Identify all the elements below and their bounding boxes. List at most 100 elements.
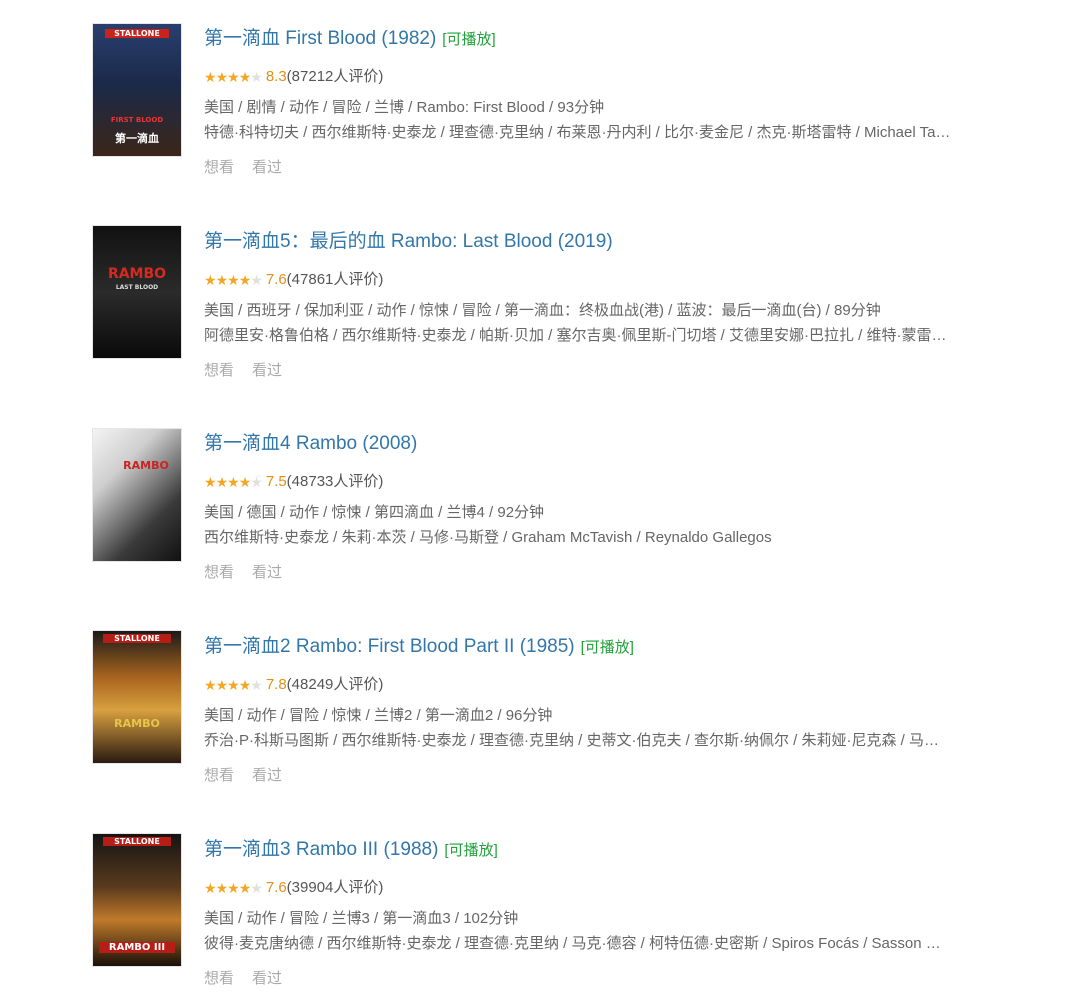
movie-actions: 想看 看过 xyxy=(204,158,300,178)
rating: ★★★★★ 7.6(39904人评价) xyxy=(204,878,383,898)
poster-main-text: RAMBO xyxy=(123,459,169,472)
star-icon: ★ xyxy=(238,474,252,490)
rating-score: 7.6 xyxy=(265,271,287,288)
playable-badge[interactable]: [可播放] xyxy=(581,639,634,656)
watched-button[interactable]: 看过 xyxy=(252,970,282,987)
movie-title-text[interactable]: 第一滴血2 Rambo: First Blood Part II (1985) xyxy=(204,636,575,657)
movie-item: STALLONE RAMBO 第一滴血2 Rambo: First Blood … xyxy=(0,630,1080,805)
star-icon: ★ xyxy=(238,677,252,693)
movie-cast: 乔治·P·科斯马图斯 / 西尔维斯特·史泰龙 / 理查德·克里纳 / 史蒂文·伯… xyxy=(204,732,939,749)
star-empty-icon: ★ xyxy=(250,69,263,85)
poster-top-text: STALLONE xyxy=(105,29,169,38)
movie-title-text[interactable]: 第一滴血5：最后的血 Rambo: Last Blood (2019) xyxy=(204,231,613,252)
poster-top-text: STALLONE xyxy=(103,634,171,643)
watched-button[interactable]: 看过 xyxy=(252,159,282,176)
star-icon: ★ xyxy=(238,880,252,896)
star-icon: ★ xyxy=(238,69,252,85)
movie-item: RAMBO LAST BLOOD 第一滴血5：最后的血 Rambo: Last … xyxy=(0,225,1080,400)
star-rating: ★★★★★ xyxy=(204,270,263,290)
movie-cast: 特德·科特切夫 / 西尔维斯特·史泰龙 / 理查德·克里纳 / 布莱恩·丹内利 … xyxy=(204,124,951,141)
movie-poster[interactable]: RAMBO xyxy=(92,428,182,562)
star-icon: ★ xyxy=(238,272,252,288)
movie-poster[interactable]: STALLONE RAMBO xyxy=(92,630,182,764)
want-to-watch-button[interactable]: 想看 xyxy=(204,159,234,176)
rating-score: 7.8 xyxy=(265,676,287,693)
poster-main-text: RAMBO III xyxy=(99,942,175,953)
movie-list: STALLONE FIRST BLOOD 第一滴血 第一滴血 First Blo… xyxy=(0,0,1080,996)
movie-poster[interactable]: STALLONE FIRST BLOOD 第一滴血 xyxy=(92,23,182,157)
star-empty-icon: ★ xyxy=(250,880,263,896)
star-icon: ★ xyxy=(215,272,229,288)
watched-button[interactable]: 看过 xyxy=(252,564,282,581)
poster-main-text: FIRST BLOOD xyxy=(110,116,164,124)
movie-title[interactable]: 第一滴血5：最后的血 Rambo: Last Blood (2019) xyxy=(204,230,619,255)
star-empty-icon: ★ xyxy=(250,272,263,288)
movie-cast: 西尔维斯特·史泰龙 / 朱莉·本茨 / 马修·马斯登 / Graham McTa… xyxy=(204,529,772,546)
movie-item: STALLONE FIRST BLOOD 第一滴血 第一滴血 First Blo… xyxy=(0,23,1080,197)
star-icon: ★ xyxy=(204,677,217,693)
rating-count: (39904人评价) xyxy=(286,879,384,896)
want-to-watch-button[interactable]: 想看 xyxy=(204,362,234,379)
star-rating: ★★★★★ xyxy=(204,472,263,492)
star-icon: ★ xyxy=(204,272,217,288)
star-icon: ★ xyxy=(215,880,229,896)
star-rating: ★★★★★ xyxy=(204,67,263,87)
playable-badge[interactable]: [可播放] xyxy=(442,31,495,48)
star-icon: ★ xyxy=(204,474,217,490)
movie-poster[interactable]: RAMBO LAST BLOOD xyxy=(92,225,182,359)
watched-button[interactable]: 看过 xyxy=(252,767,282,784)
movie-meta: 美国 / 动作 / 冒险 / 惊悚 / 兰博2 / 第一滴血2 / 96分钟 xyxy=(204,707,553,724)
want-to-watch-button[interactable]: 想看 xyxy=(204,970,234,987)
rating-count: (87212人评价) xyxy=(286,68,384,85)
movie-meta: 美国 / 德国 / 动作 / 惊悚 / 第四滴血 / 兰博4 / 92分钟 xyxy=(204,504,545,521)
star-empty-icon: ★ xyxy=(250,677,263,693)
star-rating: ★★★★★ xyxy=(204,878,263,898)
movie-title-text[interactable]: 第一滴血 First Blood (1982) xyxy=(204,28,436,49)
star-icon: ★ xyxy=(204,69,217,85)
movie-title-text[interactable]: 第一滴血3 Rambo III (1988) xyxy=(204,839,438,860)
star-icon: ★ xyxy=(227,677,240,693)
rating-count: (48733人评价) xyxy=(286,473,384,490)
rating: ★★★★★ 7.8(48249人评价) xyxy=(204,675,383,695)
movie-actions: 想看 看过 xyxy=(204,361,300,381)
want-to-watch-button[interactable]: 想看 xyxy=(204,767,234,784)
movie-title[interactable]: 第一滴血4 Rambo (2008) xyxy=(204,432,423,457)
rating: ★★★★★ 7.5(48733人评价) xyxy=(204,472,383,492)
movie-item: RAMBO 第一滴血4 Rambo (2008) ★★★★★ 7.5(48733… xyxy=(0,428,1080,602)
star-icon: ★ xyxy=(227,880,240,896)
poster-top-text: STALLONE xyxy=(103,837,171,846)
rating-score: 7.5 xyxy=(265,473,287,490)
poster-sub-text: 第一滴血 xyxy=(115,132,159,145)
poster-sub-text: LAST BLOOD xyxy=(115,284,159,291)
star-icon: ★ xyxy=(227,474,240,490)
want-to-watch-button[interactable]: 想看 xyxy=(204,564,234,581)
poster-main-text: RAMBO xyxy=(114,717,160,730)
movie-actions: 想看 看过 xyxy=(204,969,300,989)
playable-badge[interactable]: [可播放] xyxy=(444,842,497,859)
movie-title[interactable]: 第一滴血3 Rambo III (1988) [可播放] xyxy=(204,838,498,863)
star-rating: ★★★★★ xyxy=(204,675,263,695)
movie-poster[interactable]: STALLONE RAMBO III xyxy=(92,833,182,967)
rating-score: 7.6 xyxy=(265,879,287,896)
movie-meta: 美国 / 西班牙 / 保加利亚 / 动作 / 惊悚 / 冒险 / 第一滴血：终极… xyxy=(204,302,881,319)
movie-title[interactable]: 第一滴血 First Blood (1982) [可播放] xyxy=(204,27,496,52)
movie-meta: 美国 / 动作 / 冒险 / 兰博3 / 第一滴血3 / 102分钟 xyxy=(204,910,519,927)
movie-actions: 想看 看过 xyxy=(204,563,300,583)
movie-cast: 彼得·麦克唐纳德 / 西尔维斯特·史泰龙 / 理查德·克里纳 / 马克·德容 /… xyxy=(204,935,941,952)
star-icon: ★ xyxy=(215,677,229,693)
movie-item: STALLONE RAMBO III 第一滴血3 Rambo III (1988… xyxy=(0,833,1080,1008)
movie-title-text[interactable]: 第一滴血4 Rambo (2008) xyxy=(204,433,417,454)
movie-meta: 美国 / 剧情 / 动作 / 冒险 / 兰博 / Rambo: First Bl… xyxy=(204,99,605,116)
rating-score: 8.3 xyxy=(265,68,287,85)
rating: ★★★★★ 7.6(47861人评价) xyxy=(204,270,383,290)
watched-button[interactable]: 看过 xyxy=(252,362,282,379)
star-icon: ★ xyxy=(215,474,229,490)
star-icon: ★ xyxy=(204,880,217,896)
poster-main-text: RAMBO xyxy=(107,266,167,282)
movie-title[interactable]: 第一滴血2 Rambo: First Blood Part II (1985) [… xyxy=(204,635,634,660)
star-icon: ★ xyxy=(227,272,240,288)
movie-cast: 阿德里安·格鲁伯格 / 西尔维斯特·史泰龙 / 帕斯·贝加 / 塞尔吉奥·佩里斯… xyxy=(204,327,947,344)
rating: ★★★★★ 8.3(87212人评价) xyxy=(204,67,383,87)
star-icon: ★ xyxy=(227,69,240,85)
rating-count: (48249人评价) xyxy=(286,676,384,693)
